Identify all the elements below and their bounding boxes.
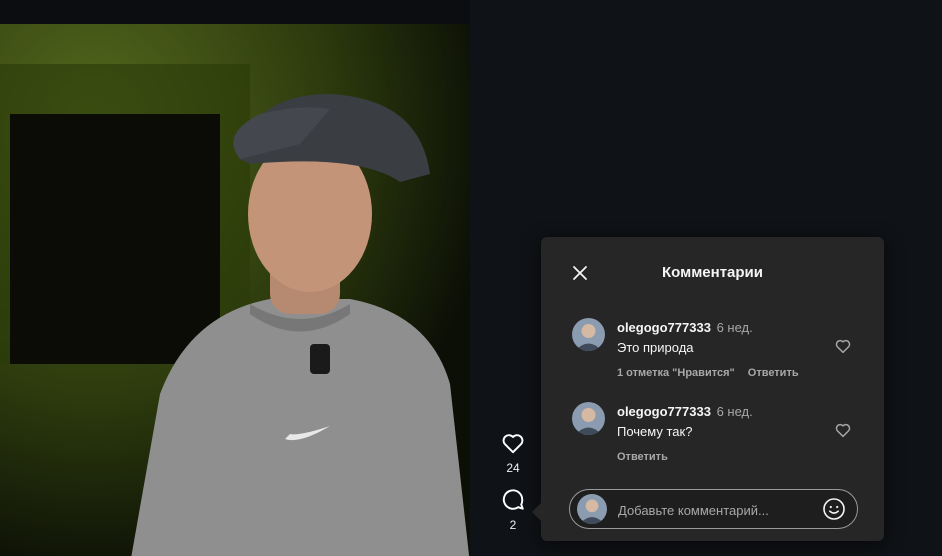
comments-button[interactable]: 2 [490, 487, 536, 532]
reply-button[interactable]: Ответить [617, 451, 668, 463]
comment-body: olegogo777333 6 нед. Почему так? Ответит… [617, 404, 827, 463]
comment-input[interactable] [616, 498, 815, 522]
video-player[interactable] [0, 24, 470, 556]
comment-text: Это природа [617, 340, 694, 355]
avatar[interactable] [572, 318, 605, 351]
current-user-avatar [577, 494, 607, 524]
comments-title: Комментарии [661, 264, 763, 281]
user-avatar-image [577, 494, 607, 524]
likes-count: 24 [506, 461, 520, 475]
comment-text: Почему так? [617, 424, 693, 439]
panel-pointer [532, 503, 541, 521]
comment-time: 6 нед. [716, 320, 753, 335]
comment-like-button[interactable] [834, 421, 852, 439]
heart-icon [835, 339, 851, 354]
heart-icon [502, 434, 524, 454]
comment-username[interactable]: olegogo777333 [617, 404, 711, 419]
video-frame-person [131, 94, 470, 556]
comments-count: 2 [509, 518, 517, 532]
comment-like-button[interactable] [834, 337, 852, 355]
emoji-button[interactable] [822, 497, 846, 521]
comment-likes-link[interactable]: 1 отметка "Нравится" [617, 367, 735, 379]
user-avatar-image [572, 318, 605, 351]
emoji-icon [823, 498, 845, 520]
user-avatar-image [572, 402, 605, 435]
heart-icon [835, 423, 851, 438]
comments-header: Комментарии [541, 237, 884, 307]
comment-username[interactable]: olegogo777333 [617, 320, 711, 335]
comment-actions: 1 отметка "Нравится" Ответить [617, 367, 827, 379]
reply-button[interactable]: Ответить [748, 367, 799, 379]
comment-icon [502, 489, 524, 510]
avatar[interactable] [572, 402, 605, 435]
comment-input-bar [569, 489, 858, 529]
like-button[interactable]: 24 [490, 430, 536, 475]
comment-meta: olegogo777333 6 нед. [617, 320, 827, 336]
comment-meta: olegogo777333 6 нед. [617, 404, 827, 420]
comment-time: 6 нед. [716, 404, 753, 419]
video-action-column: 24 2 [490, 430, 536, 532]
comment-actions: Ответить [617, 451, 827, 463]
comment-body: olegogo777333 6 нед. Это природа 1 отмет… [617, 320, 827, 379]
comments-panel: Комментарии olegogo777333 6 нед. Это при… [532, 237, 884, 541]
